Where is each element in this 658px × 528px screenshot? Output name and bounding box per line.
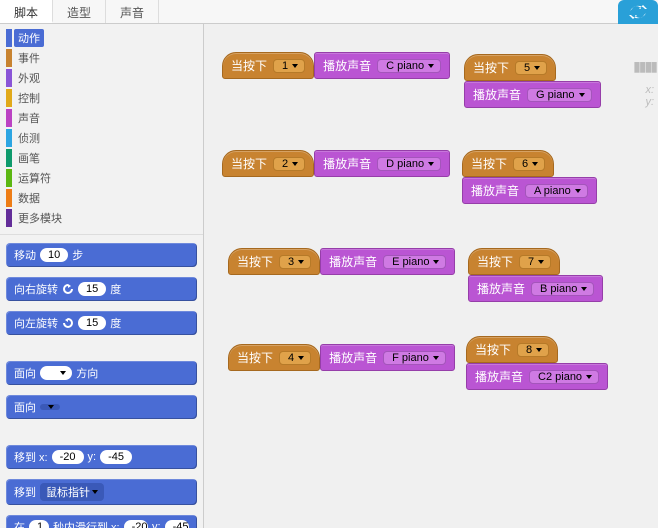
- hat-when-key-pressed[interactable]: 当按下5: [464, 54, 556, 81]
- category-color-bar: [6, 29, 12, 47]
- block-play-sound[interactable]: 播放声音G piano: [464, 81, 601, 108]
- category-label: 外观: [14, 69, 44, 87]
- category-color-bar: [6, 129, 12, 147]
- category-label: 数据: [14, 189, 44, 207]
- category-声音[interactable]: 声音: [6, 109, 100, 127]
- sound-dropdown[interactable]: C2 piano: [529, 370, 599, 384]
- block-play-sound[interactable]: 播放声音F piano: [320, 344, 455, 371]
- block-play-sound[interactable]: 播放声音A piano: [462, 177, 597, 204]
- category-color-bar: [6, 189, 12, 207]
- script-key-7[interactable]: 当按下7播放声音B piano: [468, 248, 658, 302]
- category-label: 更多模块: [14, 209, 66, 227]
- key-dropdown[interactable]: 1: [273, 59, 305, 73]
- key-dropdown[interactable]: 5: [515, 61, 547, 75]
- category-color-bar: [6, 69, 12, 87]
- category-color-bar: [6, 109, 12, 127]
- category-数据[interactable]: 数据: [6, 189, 100, 207]
- category-侦测[interactable]: 侦测: [6, 129, 100, 147]
- category-外观[interactable]: 外观: [6, 69, 100, 87]
- category-label: 侦测: [14, 129, 44, 147]
- category-运算符[interactable]: 运算符: [6, 169, 100, 187]
- block-palette: 移动10步 向右旋转 15度 向左旋转 15度 面向 90 方向 面向: [0, 235, 203, 528]
- category-控制[interactable]: 控制: [6, 89, 100, 107]
- editor-tabs: 脚本 造型 声音: [0, 0, 658, 24]
- category-更多模块[interactable]: 更多模块: [6, 209, 100, 227]
- goto-object-dropdown[interactable]: 鼠标指针: [40, 483, 104, 501]
- sound-dropdown[interactable]: B piano: [531, 282, 594, 296]
- block-glide[interactable]: 在1 秒内滑行到 x:-20 y:-45: [6, 515, 197, 528]
- key-dropdown[interactable]: 7: [519, 255, 551, 269]
- category-color-bar: [6, 89, 12, 107]
- key-dropdown[interactable]: 8: [517, 343, 549, 357]
- block-goto-object[interactable]: 移到 鼠标指针: [6, 479, 197, 505]
- script-key-8[interactable]: 当按下8播放声音C2 piano: [466, 336, 658, 390]
- block-play-sound[interactable]: 播放声音E piano: [320, 248, 455, 275]
- sound-dropdown[interactable]: E piano: [383, 255, 446, 269]
- share-toggle-button[interactable]: [618, 0, 658, 24]
- category-label: 运算符: [14, 169, 55, 187]
- key-dropdown[interactable]: 4: [279, 351, 311, 365]
- sound-dropdown[interactable]: F piano: [383, 351, 446, 365]
- turn-left-icon: [62, 317, 74, 329]
- block-play-sound[interactable]: 播放声音C2 piano: [466, 363, 608, 390]
- category-label: 声音: [14, 109, 44, 127]
- sound-dropdown[interactable]: G piano: [527, 88, 592, 102]
- category-画笔[interactable]: 画笔: [6, 149, 100, 167]
- hat-when-key-pressed[interactable]: 当按下1: [222, 52, 314, 79]
- block-play-sound[interactable]: 播放声音B piano: [468, 275, 603, 302]
- tab-costumes[interactable]: 造型: [53, 0, 106, 23]
- script-key-5[interactable]: 当按下5播放声音G piano: [464, 54, 658, 108]
- block-sidebar: 动作事件外观控制声音侦测画笔运算符数据更多模块 移动10步 向右旋转 15度 向…: [0, 24, 204, 528]
- category-grid: 动作事件外观控制声音侦测画笔运算符数据更多模块: [0, 24, 203, 235]
- script-canvas[interactable]: ▮▮▮▮ x:y: 当按下1播放声音C piano当按下2播放声音D piano…: [204, 24, 658, 528]
- category-label: 动作: [14, 29, 44, 47]
- category-label: 事件: [14, 49, 44, 67]
- script-key-2[interactable]: 当按下2播放声音D piano: [222, 150, 450, 177]
- block-play-sound[interactable]: 播放声音C piano: [314, 52, 450, 79]
- block-move-steps[interactable]: 移动10步: [6, 243, 197, 267]
- category-color-bar: [6, 149, 12, 167]
- category-label: 画笔: [14, 149, 44, 167]
- block-point-towards[interactable]: 面向: [6, 395, 197, 419]
- script-key-4[interactable]: 当按下4播放声音F piano: [228, 344, 455, 371]
- hat-when-key-pressed[interactable]: 当按下3: [228, 248, 320, 275]
- sound-dropdown[interactable]: D piano: [377, 157, 441, 171]
- script-key-3[interactable]: 当按下3播放声音E piano: [228, 248, 455, 275]
- category-color-bar: [6, 209, 12, 227]
- tab-scripts[interactable]: 脚本: [0, 0, 53, 23]
- script-key-1[interactable]: 当按下1播放声音C piano: [222, 52, 450, 79]
- block-point-direction[interactable]: 面向 90 方向: [6, 361, 197, 385]
- script-key-6[interactable]: 当按下6播放声音A piano: [462, 150, 658, 204]
- category-动作[interactable]: 动作: [6, 29, 100, 47]
- key-dropdown[interactable]: 6: [513, 157, 545, 171]
- category-color-bar: [6, 49, 12, 67]
- sound-dropdown[interactable]: C piano: [377, 59, 441, 73]
- hat-when-key-pressed[interactable]: 当按下4: [228, 344, 320, 371]
- hat-when-key-pressed[interactable]: 当按下7: [468, 248, 560, 275]
- category-color-bar: [6, 169, 12, 187]
- key-dropdown[interactable]: 2: [273, 157, 305, 171]
- category-label: 控制: [14, 89, 44, 107]
- key-dropdown[interactable]: 3: [279, 255, 311, 269]
- point-towards-dropdown[interactable]: [40, 404, 60, 410]
- block-goto-xy[interactable]: 移到 x:-20 y:-45: [6, 445, 197, 469]
- hat-when-key-pressed[interactable]: 当按下8: [466, 336, 558, 363]
- swap-icon: [628, 5, 648, 19]
- sound-dropdown[interactable]: A piano: [525, 184, 588, 198]
- block-play-sound[interactable]: 播放声音D piano: [314, 150, 450, 177]
- category-事件[interactable]: 事件: [6, 49, 100, 67]
- hat-when-key-pressed[interactable]: 当按下6: [462, 150, 554, 177]
- block-turn-left[interactable]: 向左旋转 15度: [6, 311, 197, 335]
- tab-sounds[interactable]: 声音: [106, 0, 159, 23]
- direction-dropdown[interactable]: 90: [40, 366, 72, 380]
- block-turn-right[interactable]: 向右旋转 15度: [6, 277, 197, 301]
- turn-right-icon: [62, 283, 74, 295]
- hat-when-key-pressed[interactable]: 当按下2: [222, 150, 314, 177]
